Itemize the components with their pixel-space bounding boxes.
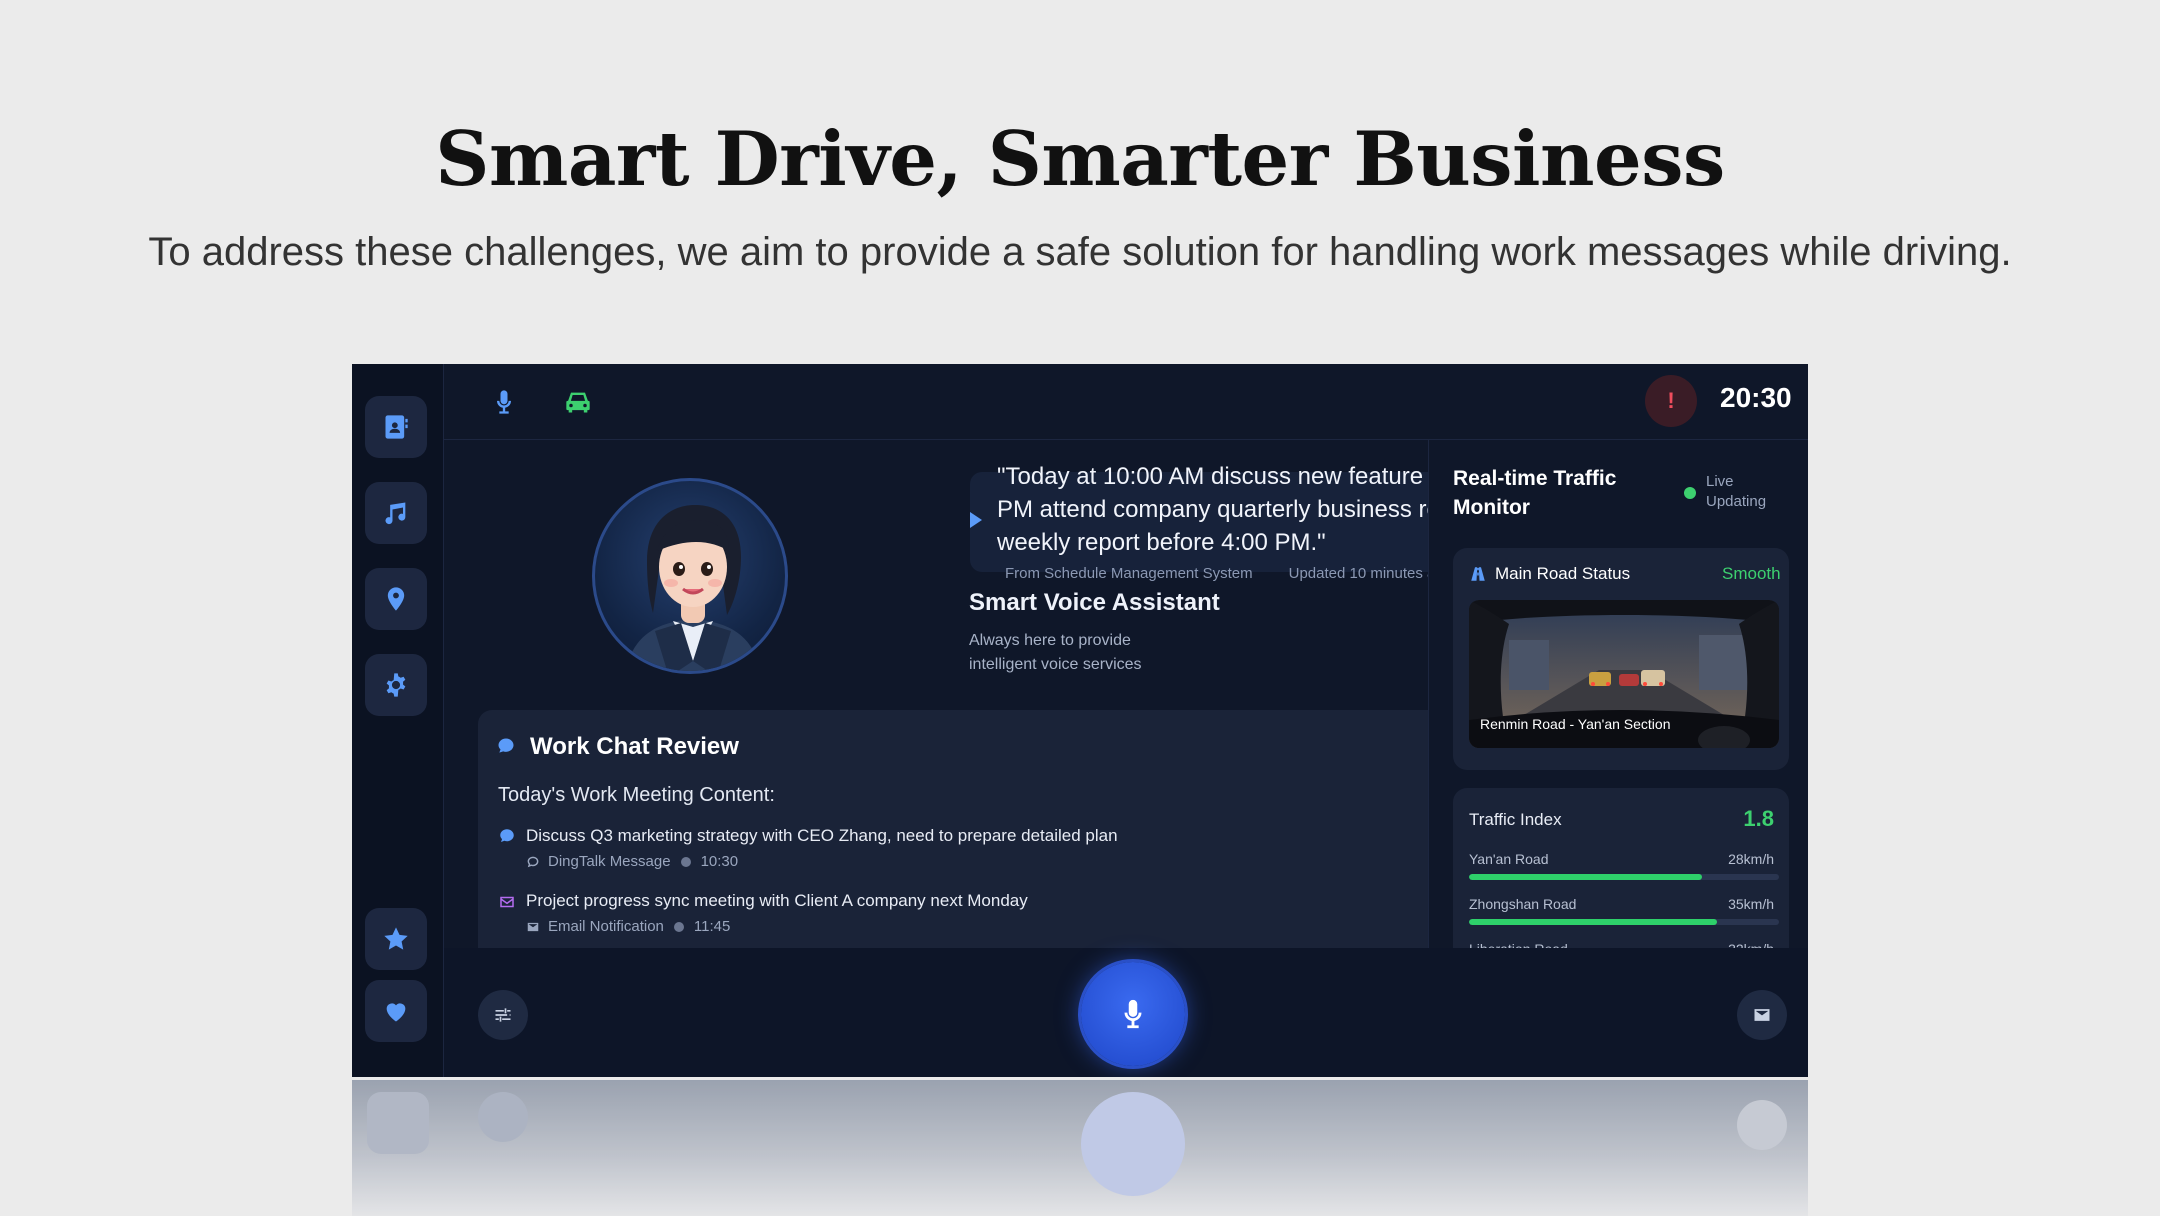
play-triangle-icon[interactable] [970, 512, 982, 528]
assistant-quote-line: PM attend company quarterly business rev… [997, 496, 1437, 523]
assistant-quote-meta: From Schedule Management System Updated … [997, 565, 1437, 582]
traffic-index-label: Traffic Index [1469, 810, 1562, 829]
alert-button[interactable]: ! [1645, 375, 1697, 427]
heart-icon [386, 1003, 406, 1022]
assistant-quote: "Today at 10:00 AM discuss new feature d… [997, 460, 1437, 559]
microphone-icon [497, 390, 511, 414]
work-chat-subtitle: Today's Work Meeting Content: [498, 784, 775, 806]
voice-status-button[interactable] [484, 382, 524, 422]
location-pin-icon [387, 587, 405, 611]
envelope-icon [500, 896, 514, 908]
assistant-quote-source: From Schedule Management System [1005, 565, 1253, 582]
road-speed: 35km/h [1728, 896, 1774, 912]
sidebar-item-liked[interactable] [365, 980, 427, 1042]
envelope-icon [1754, 1009, 1770, 1021]
road-speed: 28km/h [1728, 851, 1774, 867]
drive-mode-button[interactable] [558, 382, 598, 422]
reflection-shape [478, 1092, 528, 1142]
assistant-quote-updated: Updated 10 minutes ago [1288, 565, 1437, 582]
sidebar-item-music[interactable] [365, 482, 427, 544]
sidebar-item-settings[interactable] [365, 654, 427, 716]
messages-button[interactable] [1737, 990, 1787, 1040]
sidebar-item-favorites[interactable] [365, 908, 427, 970]
assistant-quote-line: weekly report before 4:00 PM." [997, 529, 1326, 556]
chat-item-meta: DingTalk Message 10:30 [526, 853, 738, 870]
camera-caption: Renmin Road - Yan'an Section [1480, 716, 1671, 732]
separator-dot [680, 856, 691, 867]
star-icon [384, 927, 408, 950]
road-congestion-bar [1469, 919, 1779, 925]
sidebar-item-location[interactable] [365, 568, 427, 630]
assistant-avatar [592, 478, 788, 674]
main-road-status: Smooth [1722, 564, 1781, 583]
live-indicator-dot [1684, 487, 1696, 499]
assistant-quote-line: "Today at 10:00 AM discuss new feature d… [997, 463, 1437, 490]
chat-bubble-icon [500, 829, 514, 842]
road-congestion-bar [1469, 874, 1779, 880]
chat-item-meta: Email Notification 11:45 [526, 918, 730, 935]
clock: 20:30 [1720, 382, 1792, 413]
car-icon [566, 392, 590, 413]
road-name: Yan'an Road [1469, 851, 1549, 867]
traffic-panel-title: Real-time Traffic Monitor [1453, 467, 1617, 519]
road-icon [1471, 567, 1485, 581]
chat-item-time: 11:45 [693, 918, 731, 935]
separator-dot [673, 921, 684, 932]
sidebar [352, 364, 444, 1077]
reflection-shape [367, 1092, 429, 1154]
traffic-index-value: 1.8 [1743, 806, 1774, 831]
road-congestion-fill [1469, 919, 1717, 925]
main-road-label: Main Road Status [1495, 564, 1631, 583]
work-chat-title: Work Chat Review [530, 733, 739, 760]
top-bar [444, 364, 1808, 440]
slide-subtitle: To address these challenges, we aim to p… [148, 230, 2012, 274]
voice-assistant-mic-button[interactable] [1081, 962, 1185, 1066]
microphone-icon [1124, 999, 1142, 1029]
road-name: Zhongshan Road [1469, 896, 1577, 912]
live-updating-label: Live Updating [1706, 473, 1767, 510]
reflection-shape [1081, 1092, 1185, 1196]
reflection-shape [1737, 1100, 1787, 1150]
chat-item-text[interactable]: Discuss Q3 marketing strategy with CEO Z… [526, 826, 1118, 846]
screen-reflection [352, 1080, 1808, 1216]
contacts-icon [385, 415, 408, 439]
chat-bubble-icon [498, 738, 514, 753]
chat-item-time: 10:30 [700, 853, 739, 870]
sidebar-item-contacts[interactable] [365, 396, 427, 458]
chat-item-source: Email Notification [548, 918, 664, 935]
assistant-title: Smart Voice Assistant [969, 589, 1220, 616]
settings-sliders-button[interactable] [478, 990, 528, 1040]
assistant-portrait-illustration [626, 505, 760, 671]
assistant-description: Always here to provide intelligent voice… [969, 632, 1142, 673]
chat-item-source: DingTalk Message [548, 853, 671, 870]
car-dashboard-screen: ! 20:30 "Today at 10:00 AM discuss new f… [352, 364, 1808, 1077]
gear-icon [386, 673, 406, 697]
sliders-icon [495, 1008, 511, 1022]
slide-title: Smart Drive, Smarter Business [435, 115, 1725, 203]
music-icon [385, 502, 406, 525]
road-congestion-fill [1469, 874, 1702, 880]
chat-outline-icon [527, 856, 539, 867]
envelope-icon [527, 922, 539, 931]
chat-item-text[interactable]: Project progress sync meeting with Clien… [526, 891, 1028, 911]
